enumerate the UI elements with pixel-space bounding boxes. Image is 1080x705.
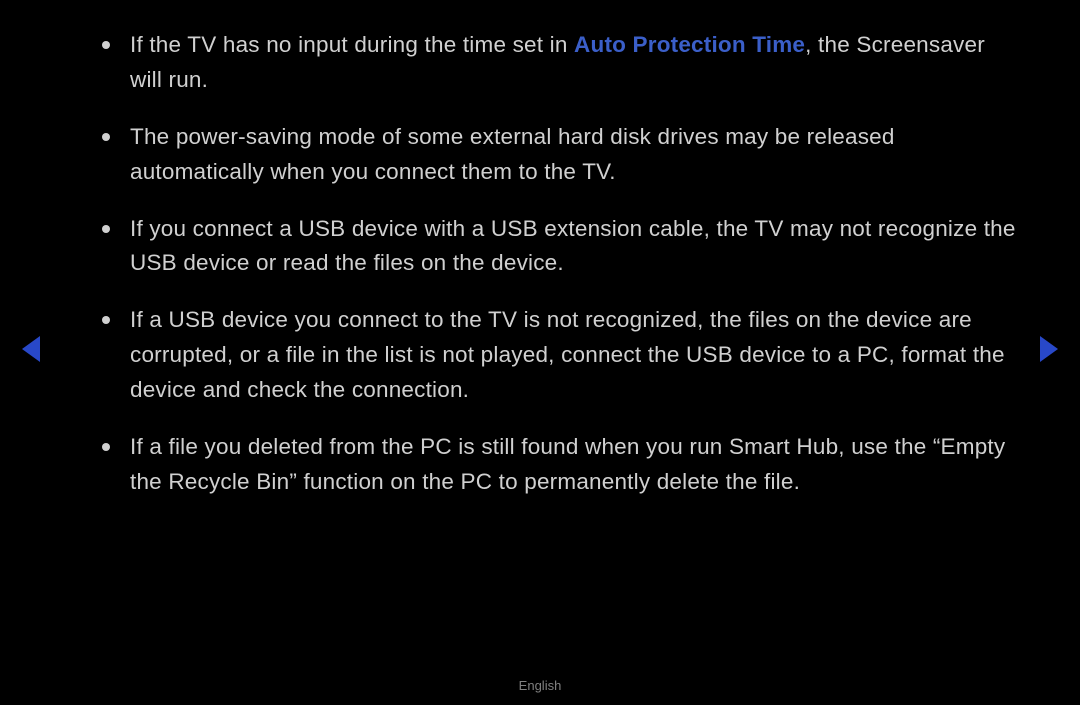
list-item: The power-saving mode of some external h…	[60, 120, 1020, 190]
list-item: If a file you deleted from the PC is sti…	[60, 430, 1020, 500]
manual-content: If the TV has no input during the time s…	[0, 0, 1080, 500]
text-pre: If a file you deleted from the PC is sti…	[130, 434, 1005, 494]
list-item-text: If a file you deleted from the PC is sti…	[130, 430, 1020, 500]
bullet-icon	[102, 133, 110, 141]
bullet-list: If the TV has no input during the time s…	[60, 28, 1020, 500]
text-pre: The power-saving mode of some external h…	[130, 124, 895, 184]
prev-page-arrow[interactable]	[22, 336, 40, 362]
list-item: If you connect a USB device with a USB e…	[60, 212, 1020, 282]
list-item-text: If the TV has no input during the time s…	[130, 28, 1020, 98]
highlight-term: Auto Protection Time	[574, 32, 805, 57]
list-item-text: If you connect a USB device with a USB e…	[130, 212, 1020, 282]
footer-language: English	[0, 678, 1080, 693]
bullet-icon	[102, 316, 110, 324]
list-item-text: If a USB device you connect to the TV is…	[130, 303, 1020, 408]
list-item: If the TV has no input during the time s…	[60, 28, 1020, 98]
next-page-arrow[interactable]	[1040, 336, 1058, 362]
list-item-text: The power-saving mode of some external h…	[130, 120, 1020, 190]
bullet-icon	[102, 225, 110, 233]
text-pre: If the TV has no input during the time s…	[130, 32, 574, 57]
list-item: If a USB device you connect to the TV is…	[60, 303, 1020, 408]
bullet-icon	[102, 41, 110, 49]
text-pre: If a USB device you connect to the TV is…	[130, 307, 1005, 402]
text-pre: If you connect a USB device with a USB e…	[130, 216, 1016, 276]
bullet-icon	[102, 443, 110, 451]
